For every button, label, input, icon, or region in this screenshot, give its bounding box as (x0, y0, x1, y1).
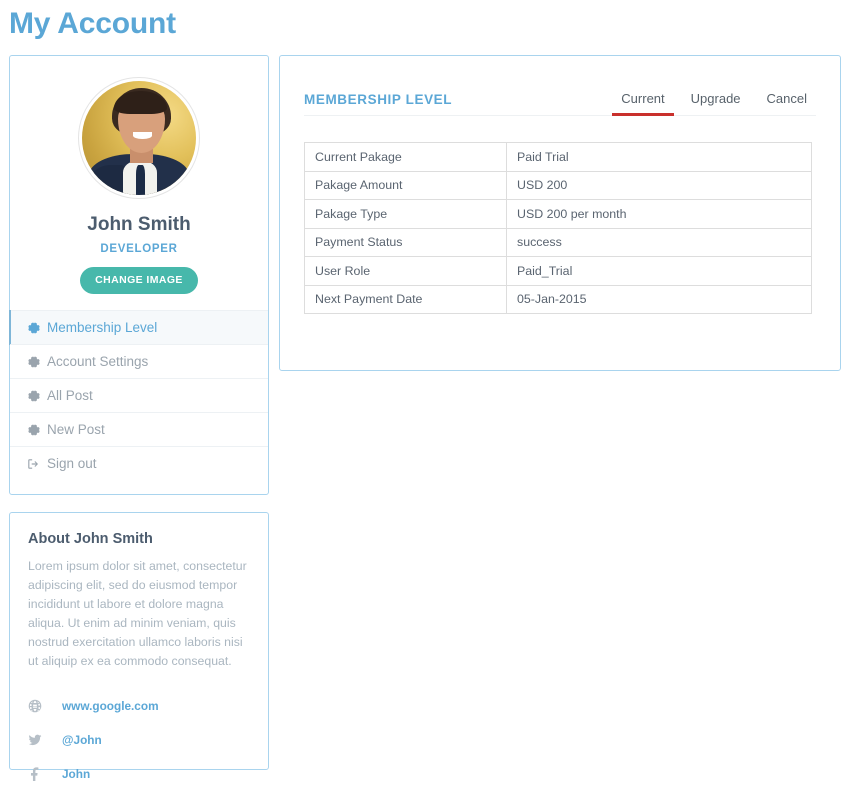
avatar (79, 78, 199, 198)
sidebar-item-label: All Post (47, 388, 93, 403)
tab-current[interactable]: Current (612, 91, 674, 116)
tab-upgrade[interactable]: Upgrade (682, 91, 750, 116)
about-card: About John Smith Lorem ipsum dolor sit a… (9, 512, 269, 782)
table-cell-label: Pakage Type (304, 199, 507, 229)
table-row: Payment Status success (304, 227, 812, 257)
gear-icon (26, 355, 41, 368)
gear-icon (26, 423, 41, 436)
table-cell-label: Current Pakage (304, 142, 507, 172)
membership-tabs: Current Upgrade Cancel (604, 91, 816, 116)
sidebar-item-label: Sign out (47, 456, 97, 471)
page-section-title: MEMBERSHIP LEVEL (304, 92, 453, 107)
panel-header: MEMBERSHIP LEVEL Current Upgrade Cancel (304, 82, 816, 116)
sidebar-item-label: New Post (47, 422, 105, 437)
table-cell-value: Paid Trial (506, 142, 812, 172)
table-cell-value: USD 200 per month (506, 199, 812, 229)
page-title: My Account (9, 7, 176, 40)
sidebar-item-new-post[interactable]: New Post (10, 412, 268, 446)
table-cell-label: Payment Status (304, 227, 507, 257)
social-row-website[interactable]: www.google.com (28, 689, 250, 723)
tab-cancel[interactable]: Cancel (758, 91, 816, 116)
table-cell-label: Pakage Amount (304, 170, 507, 200)
table-row: Pakage Type USD 200 per month (304, 199, 812, 229)
globe-icon (28, 699, 50, 713)
profile-name: John Smith (87, 214, 191, 235)
table-row: Current Pakage Paid Trial (304, 142, 812, 172)
avatar-photo (82, 81, 196, 195)
social-links: www.google.com @John John (28, 689, 250, 791)
about-title: About John Smith (28, 531, 153, 547)
table-row: User Role Paid_Trial (304, 256, 812, 286)
profile-card: John Smith DEVELOPER CHANGE IMAGE Member… (9, 55, 269, 495)
table-cell-value: 05-Jan-2015 (506, 284, 812, 314)
sidebar-item-membership-level[interactable]: Membership Level (9, 310, 268, 345)
change-image-button[interactable]: CHANGE IMAGE (80, 267, 198, 294)
table-cell-value: success (506, 227, 812, 257)
social-row-twitter[interactable]: @John (28, 723, 250, 757)
sidebar-item-account-settings[interactable]: Account Settings (10, 344, 268, 378)
sidebar-item-all-post[interactable]: All Post (10, 378, 268, 412)
social-link-website[interactable]: www.google.com (62, 699, 159, 713)
avatar-smile (133, 132, 152, 140)
membership-panel: MEMBERSHIP LEVEL Current Upgrade Cancel … (279, 55, 841, 371)
sidebar-item-label: Membership Level (47, 320, 158, 335)
gear-icon (26, 321, 41, 334)
table-cell-value: USD 200 (506, 170, 812, 200)
sidebar-menu: Membership Level Account Settings All Po… (9, 310, 268, 480)
social-link-twitter[interactable]: @John (62, 733, 102, 747)
sidebar-item-label: Account Settings (47, 354, 149, 369)
table-cell-label: Next Payment Date (304, 284, 507, 314)
about-text: Lorem ipsum dolor sit amet, consectetur … (28, 559, 247, 669)
table-cell-value: Paid_Trial (506, 256, 812, 286)
social-row-facebook[interactable]: John (28, 757, 250, 791)
facebook-icon (28, 767, 50, 782)
social-link-facebook[interactable]: John (62, 767, 90, 781)
membership-table: Current Pakage Paid Trial Pakage Amount … (304, 142, 812, 314)
table-row: Pakage Amount USD 200 (304, 170, 812, 200)
sidebar-item-sign-out[interactable]: Sign out (10, 446, 268, 480)
table-row: Next Payment Date 05-Jan-2015 (304, 284, 812, 314)
gear-icon (26, 389, 41, 402)
sign-out-icon (26, 458, 41, 470)
profile-role: DEVELOPER (100, 243, 178, 255)
twitter-icon (28, 733, 50, 747)
table-cell-label: User Role (304, 256, 507, 286)
avatar-tie (135, 165, 145, 195)
